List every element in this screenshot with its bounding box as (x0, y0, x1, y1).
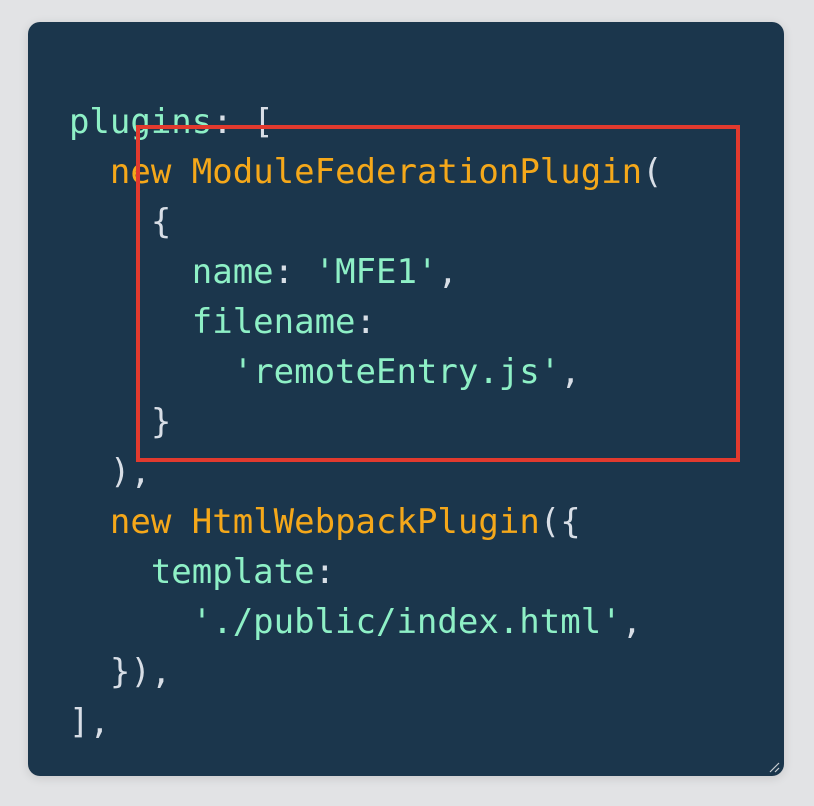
code-identifier: template (150, 552, 315, 592)
code-punctuation (171, 502, 191, 542)
code-punctuation: ({ (539, 502, 581, 542)
code-line: 'remoteEntry.js', (28, 347, 663, 397)
code-punctuation: , (621, 602, 643, 642)
code-line: name: 'MFE1', (28, 247, 663, 297)
code-line: }), (28, 647, 663, 697)
code-snippet-panel: plugins: [ new ModuleFederationPlugin( {… (28, 22, 784, 776)
code-line: ), (28, 447, 663, 497)
code-identifier: name (191, 252, 274, 292)
code-punctuation: ( (642, 152, 663, 192)
code-punctuation: : (355, 302, 377, 342)
code-punctuation: : (314, 552, 336, 592)
code-punctuation: , (437, 252, 458, 292)
code-punctuation: ), (109, 452, 151, 492)
code-identifier: filename (191, 302, 356, 342)
code-class-name: HtmlWebpackPlugin (191, 502, 540, 542)
code-keyword: new (109, 502, 172, 542)
code-line: new ModuleFederationPlugin( (28, 147, 663, 197)
code-string: 'remoteEntry.js' (232, 352, 561, 392)
code-keyword: new (109, 152, 172, 192)
code-punctuation: } (150, 402, 172, 442)
code-punctuation (171, 152, 191, 192)
code-identifier: plugins (68, 102, 213, 142)
code-string: 'MFE1' (314, 252, 438, 292)
code-line: './public/index.html', (28, 597, 663, 647)
code-punctuation: , (560, 352, 581, 392)
code-block: plugins: [ new ModuleFederationPlugin( {… (28, 97, 663, 747)
code-punctuation: }), (109, 652, 172, 692)
code-class-name: ModuleFederationPlugin (191, 152, 643, 192)
code-punctuation: { (150, 202, 172, 242)
code-punctuation: ], (68, 702, 110, 742)
resize-grip-icon[interactable] (768, 761, 780, 773)
code-string: './public/index.html' (191, 602, 622, 642)
code-line: } (28, 397, 663, 447)
code-line: { (28, 197, 663, 247)
code-line: filename: (28, 297, 663, 347)
code-line: new HtmlWebpackPlugin({ (28, 497, 663, 547)
code-punctuation: : [ (212, 102, 274, 142)
code-line: ], (28, 697, 663, 747)
code-line: template: (28, 547, 663, 597)
code-punctuation: : (273, 252, 315, 292)
code-line: plugins: [ (28, 97, 663, 147)
